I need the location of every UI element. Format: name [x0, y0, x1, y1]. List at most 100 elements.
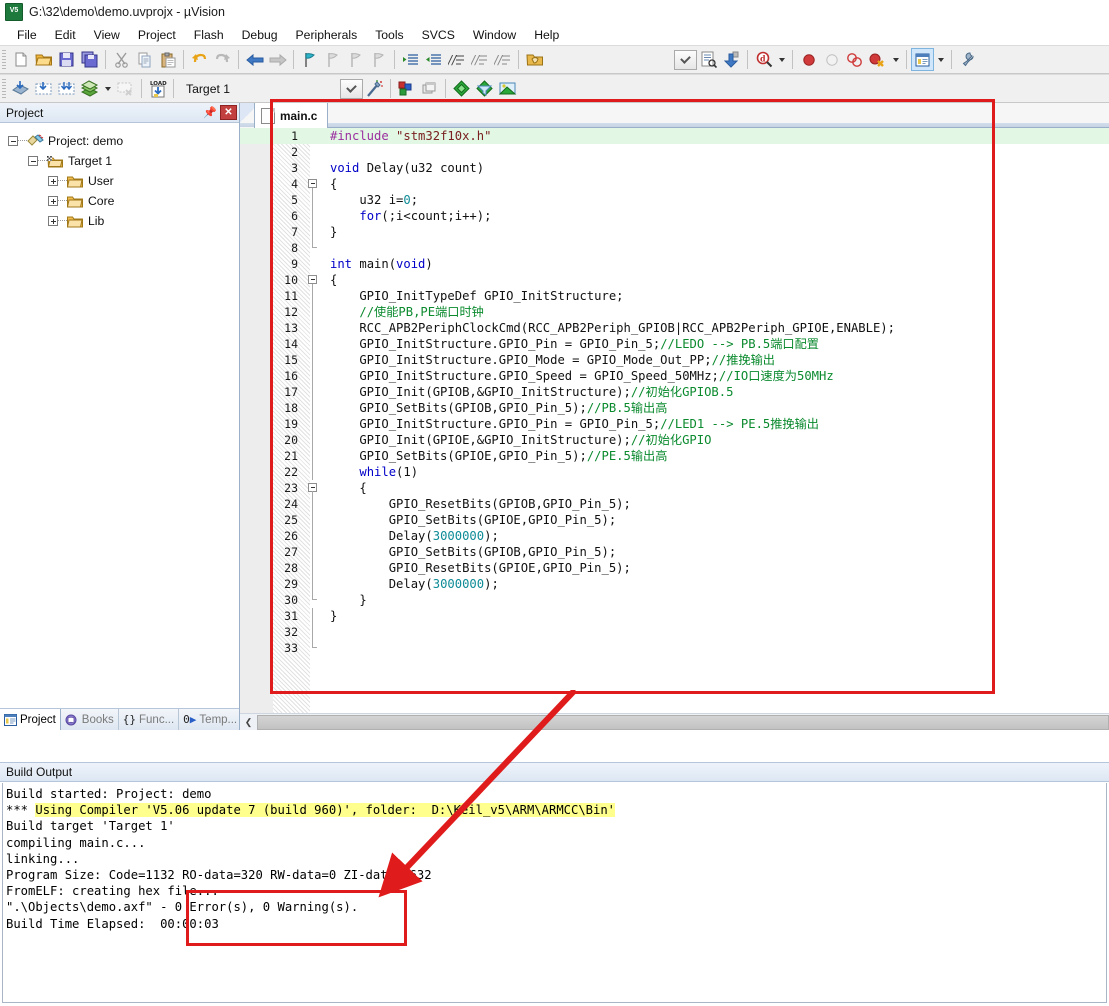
- indent-left-button[interactable]: [422, 48, 445, 71]
- start-debug-button[interactable]: d: [752, 48, 775, 71]
- navigate-back-button[interactable]: [243, 48, 266, 71]
- code-line[interactable]: 33: [240, 640, 1109, 656]
- code-line[interactable]: 16 GPIO_InitStructure.GPIO_Speed = GPIO_…: [240, 368, 1109, 384]
- code-line[interactable]: 1 #include "stm32f10x.h": [240, 128, 1109, 144]
- code-line[interactable]: 6 for(;i<count;i++);: [240, 208, 1109, 224]
- breakpoints-dropdown[interactable]: [889, 48, 902, 71]
- code-line[interactable]: 3 void Delay(u32 count): [240, 160, 1109, 176]
- save-button[interactable]: [55, 48, 78, 71]
- expander-minus-icon[interactable]: [28, 156, 38, 166]
- toolbar-grip[interactable]: [2, 50, 6, 69]
- window-layout-dropdown[interactable]: [934, 48, 947, 71]
- new-file-button[interactable]: [9, 48, 32, 71]
- select-software-packs-button[interactable]: [496, 77, 519, 100]
- menu-view[interactable]: View: [85, 26, 129, 44]
- tree-item-project-demo[interactable]: Project: demo: [0, 131, 239, 151]
- rebuild-button[interactable]: [55, 77, 78, 100]
- next-bookmark-button[interactable]: [344, 48, 367, 71]
- open-in-folder-button[interactable]: [523, 48, 546, 71]
- menu-edit[interactable]: Edit: [46, 26, 85, 44]
- code-line[interactable]: 30 }: [240, 592, 1109, 608]
- configure-debug-button[interactable]: [697, 48, 720, 71]
- editor-horizontal-scrollbar[interactable]: ❮: [240, 713, 1109, 730]
- code-line[interactable]: 19 GPIO_InitStructure.GPIO_Pin = GPIO_Pi…: [240, 416, 1109, 432]
- clipboard-paste-button[interactable]: [156, 48, 179, 71]
- code-line[interactable]: 9 int main(void): [240, 256, 1109, 272]
- config-combo-button[interactable]: [674, 49, 697, 70]
- code-line[interactable]: 7}: [240, 224, 1109, 240]
- menu-help[interactable]: Help: [525, 26, 568, 44]
- build-output-text[interactable]: Build started: Project: demo *** Using Co…: [2, 783, 1107, 1003]
- load-button[interactable]: LOAD: [146, 77, 169, 100]
- tab-project[interactable]: Project: [0, 709, 61, 730]
- fold-marker[interactable]: [306, 272, 320, 288]
- manage-runtime-button[interactable]: [473, 77, 496, 100]
- code-line[interactable]: 28 GPIO_ResetBits(GPIOE,GPIO_Pin_5);: [240, 560, 1109, 576]
- manage-project-items-button[interactable]: [395, 77, 418, 100]
- expander-minus-icon[interactable]: [8, 136, 18, 146]
- tree-item-user[interactable]: User: [0, 171, 239, 191]
- uncomment-alt-button[interactable]: //: [491, 48, 514, 71]
- scrollbar-thumb[interactable]: [257, 714, 1109, 730]
- code-line[interactable]: 31}: [240, 608, 1109, 624]
- fold-marker[interactable]: [306, 176, 320, 192]
- menu-file[interactable]: File: [8, 26, 46, 44]
- menu-debug[interactable]: Debug: [233, 26, 287, 44]
- cut-button[interactable]: [110, 48, 133, 71]
- menu-flash[interactable]: Flash: [185, 26, 233, 44]
- code-line[interactable]: 20 GPIO_Init(GPIOE,&GPIO_InitStructure);…: [240, 432, 1109, 448]
- menu-project[interactable]: Project: [129, 26, 185, 44]
- fold-collapse-icon[interactable]: [308, 275, 317, 284]
- code-line[interactable]: 5 u32 i=0;: [240, 192, 1109, 208]
- target-options-button[interactable]: [363, 77, 386, 100]
- configure-button[interactable]: [956, 48, 979, 71]
- code-line[interactable]: 15 GPIO_InitStructure.GPIO_Mode = GPIO_M…: [240, 352, 1109, 368]
- code-line[interactable]: 26 Delay(3000000);: [240, 528, 1109, 544]
- close-x-icon[interactable]: ✕: [220, 105, 237, 120]
- disable-breakpoint-button[interactable]: [820, 48, 843, 71]
- code-line[interactable]: 32: [240, 624, 1109, 640]
- code-line[interactable]: 12 //使能PB,PE端口时钟: [240, 304, 1109, 320]
- kill-all-breakpoints-button[interactable]: [866, 48, 889, 71]
- window-layout-button[interactable]: [911, 48, 934, 71]
- translate-button[interactable]: [9, 77, 32, 100]
- code-line[interactable]: 17 GPIO_Init(GPIOB,&GPIO_InitStructure);…: [240, 384, 1109, 400]
- batch-build-button[interactable]: [78, 77, 101, 100]
- code-line[interactable]: 25 GPIO_SetBits(GPIOE,GPIO_Pin_5);: [240, 512, 1109, 528]
- uncomment-lines-button[interactable]: //: [468, 48, 491, 71]
- build-button[interactable]: [32, 77, 55, 100]
- code-line[interactable]: 2: [240, 144, 1109, 160]
- editor-tab-main-c[interactable]: main.c: [254, 103, 329, 128]
- toolbar-grip[interactable]: [2, 79, 6, 98]
- tab-templates[interactable]: 0 ▶ Temp...: [179, 709, 243, 730]
- expander-plus-icon[interactable]: [48, 196, 58, 206]
- redo-button[interactable]: [211, 48, 234, 71]
- tree-item-lib[interactable]: Lib: [0, 211, 239, 231]
- pack-installer-button[interactable]: [450, 77, 473, 100]
- code-line[interactable]: 18 GPIO_SetBits(GPIOB,GPIO_Pin_5);//PB.5…: [240, 400, 1109, 416]
- code-line[interactable]: 27 GPIO_SetBits(GPIOB,GPIO_Pin_5);: [240, 544, 1109, 560]
- save-all-button[interactable]: [78, 48, 101, 71]
- clear-bookmarks-button[interactable]: [367, 48, 390, 71]
- tab-books[interactable]: Books: [61, 709, 119, 730]
- expander-plus-icon[interactable]: [48, 216, 58, 226]
- code-line[interactable]: 10 {: [240, 272, 1109, 288]
- comment-lines-button[interactable]: //: [445, 48, 468, 71]
- tab-functions[interactable]: {} Func...: [119, 709, 180, 730]
- navigate-forward-button[interactable]: [266, 48, 289, 71]
- tree-item-target-1[interactable]: Target 1: [0, 151, 239, 171]
- fold-marker[interactable]: [306, 480, 320, 496]
- code-line[interactable]: 11 GPIO_InitTypeDef GPIO_InitStructure;: [240, 288, 1109, 304]
- open-file-button[interactable]: [32, 48, 55, 71]
- menu-peripherals[interactable]: Peripherals: [287, 26, 367, 44]
- chevron-left-icon[interactable]: ❮: [240, 714, 257, 730]
- disable-all-breakpoints-button[interactable]: [843, 48, 866, 71]
- code-line[interactable]: 14 GPIO_InitStructure.GPIO_Pin = GPIO_Pi…: [240, 336, 1109, 352]
- tree-item-core[interactable]: Core: [0, 191, 239, 211]
- insert-breakpoint-button[interactable]: [797, 48, 820, 71]
- undo-button[interactable]: [188, 48, 211, 71]
- code-line[interactable]: 4{: [240, 176, 1109, 192]
- code-line[interactable]: 29 Delay(3000000);: [240, 576, 1109, 592]
- code-line[interactable]: 8: [240, 240, 1109, 256]
- menu-svcs[interactable]: SVCS: [413, 26, 464, 44]
